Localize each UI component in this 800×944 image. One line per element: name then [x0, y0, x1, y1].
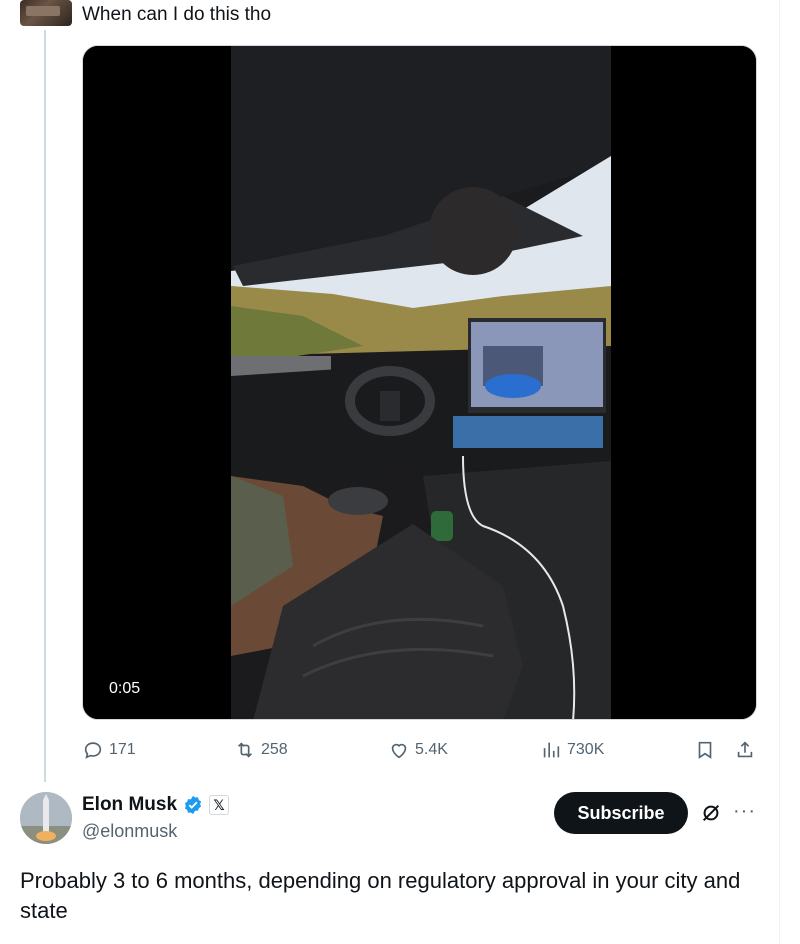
- tweet-actions-bar: 171 258 5.4K 730K: [82, 735, 757, 765]
- share-button[interactable]: [734, 735, 756, 765]
- rocket-avatar-image: [20, 792, 72, 844]
- grok-icon[interactable]: [700, 802, 722, 824]
- reply-count: 171: [109, 741, 136, 758]
- reply-text: Probably 3 to 6 months, depending on reg…: [20, 868, 741, 923]
- timeline-border: [779, 0, 780, 944]
- tweet-text: When can I do this tho: [82, 4, 272, 25]
- more-options-icon[interactable]: ···: [733, 800, 756, 823]
- share-icon: [737, 741, 753, 758]
- repost-count: 258: [261, 741, 288, 758]
- display-name[interactable]: Elon Musk: [82, 794, 177, 816]
- repost-button[interactable]: 258: [234, 735, 288, 765]
- repost-icon: [237, 742, 253, 758]
- reply-icon: [84, 742, 102, 759]
- x-affiliate-badge-icon: 𝕏: [209, 795, 230, 815]
- like-icon: [391, 743, 407, 759]
- video-frame: [83, 46, 756, 719]
- like-count: 5.4K: [415, 741, 448, 758]
- tweet-video[interactable]: 0:05: [82, 45, 757, 720]
- like-button[interactable]: 5.4K: [388, 735, 448, 765]
- reply-button[interactable]: 171: [82, 735, 136, 765]
- views-count: 730K: [567, 741, 605, 758]
- user-handle[interactable]: @elonmusk: [82, 821, 177, 842]
- original-poster-avatar[interactable]: [20, 0, 72, 26]
- video-timecode: 0:05: [99, 677, 151, 701]
- subscribe-button[interactable]: Subscribe: [554, 792, 688, 834]
- reply-author-avatar[interactable]: [20, 792, 72, 844]
- reply-author-row: Elon Musk 𝕏: [82, 794, 230, 816]
- bookmark-button[interactable]: [694, 735, 716, 765]
- views-icon: [543, 742, 560, 758]
- thread-connector-line: [44, 30, 46, 782]
- bookmark-icon: [698, 741, 712, 759]
- verified-badge-icon: [182, 794, 204, 816]
- views-button[interactable]: 730K: [540, 735, 604, 765]
